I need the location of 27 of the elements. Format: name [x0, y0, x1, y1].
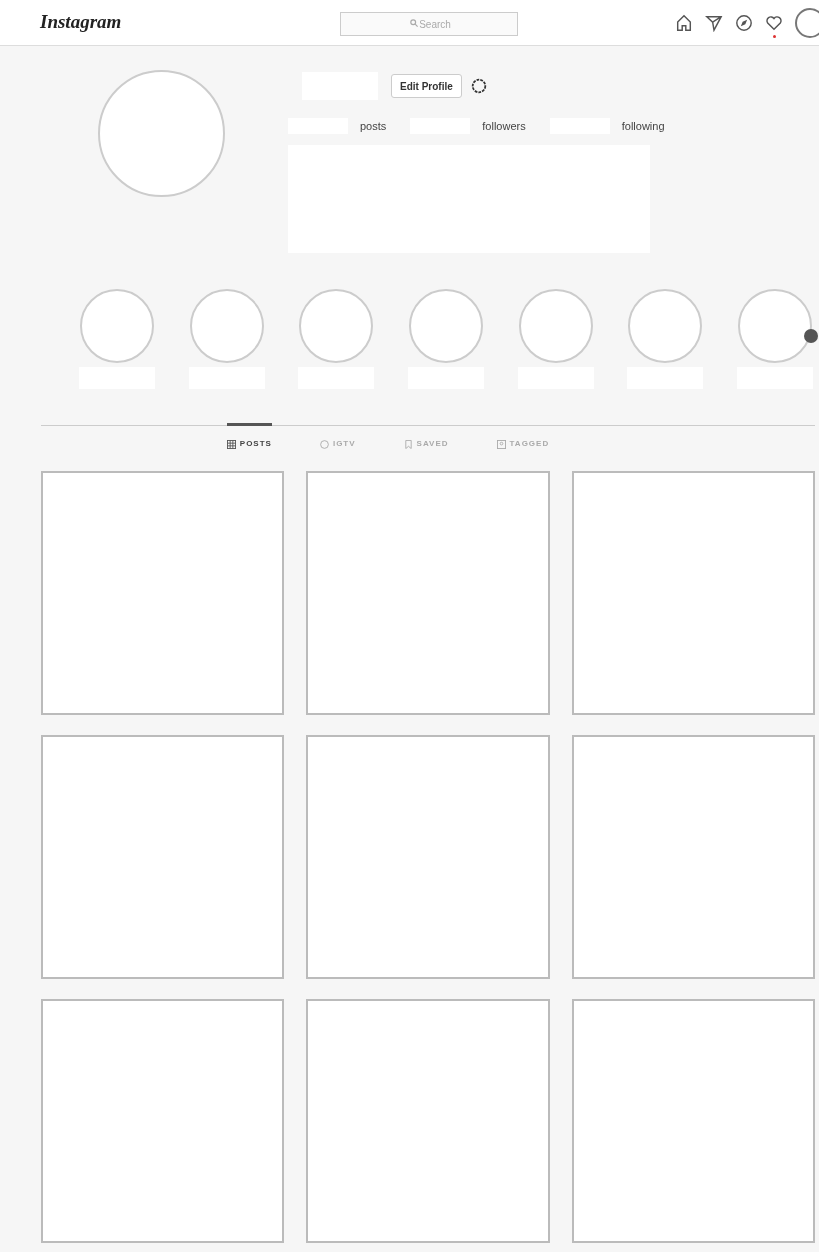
post-tile[interactable] — [571, 734, 815, 979]
post-tile[interactable] — [306, 470, 550, 715]
home-icon[interactable] — [675, 13, 693, 32]
grid-icon — [226, 439, 236, 449]
stat-label[interactable]: followers — [482, 118, 526, 135]
stat-label[interactable]: posts — [360, 118, 387, 135]
tag-person-icon — [496, 439, 506, 449]
post-tile[interactable] — [306, 998, 550, 1243]
gear-icon[interactable] — [469, 77, 488, 95]
bookmark-icon — [403, 439, 413, 449]
search-icon — [410, 18, 418, 27]
post-tile[interactable] — [41, 734, 285, 979]
compass-icon[interactable] — [735, 13, 753, 32]
heart-icon[interactable] — [765, 13, 783, 32]
post-tile[interactable] — [571, 998, 815, 1243]
post-tile[interactable] — [41, 470, 285, 715]
avatar[interactable] — [795, 7, 819, 38]
post-tile[interactable] — [571, 470, 815, 715]
profile-tab[interactable]: POSTS — [226, 422, 272, 463]
post-tile[interactable] — [306, 734, 550, 979]
send-icon[interactable] — [705, 13, 723, 32]
logo[interactable]: Instagram — [40, 8, 340, 37]
stat-label[interactable]: following — [621, 118, 665, 135]
play-circle-icon — [319, 439, 329, 449]
search-field[interactable]: Search — [340, 12, 518, 36]
edit-profile-button[interactable]: Edit Profile — [391, 74, 462, 98]
post-tile[interactable] — [41, 998, 285, 1243]
